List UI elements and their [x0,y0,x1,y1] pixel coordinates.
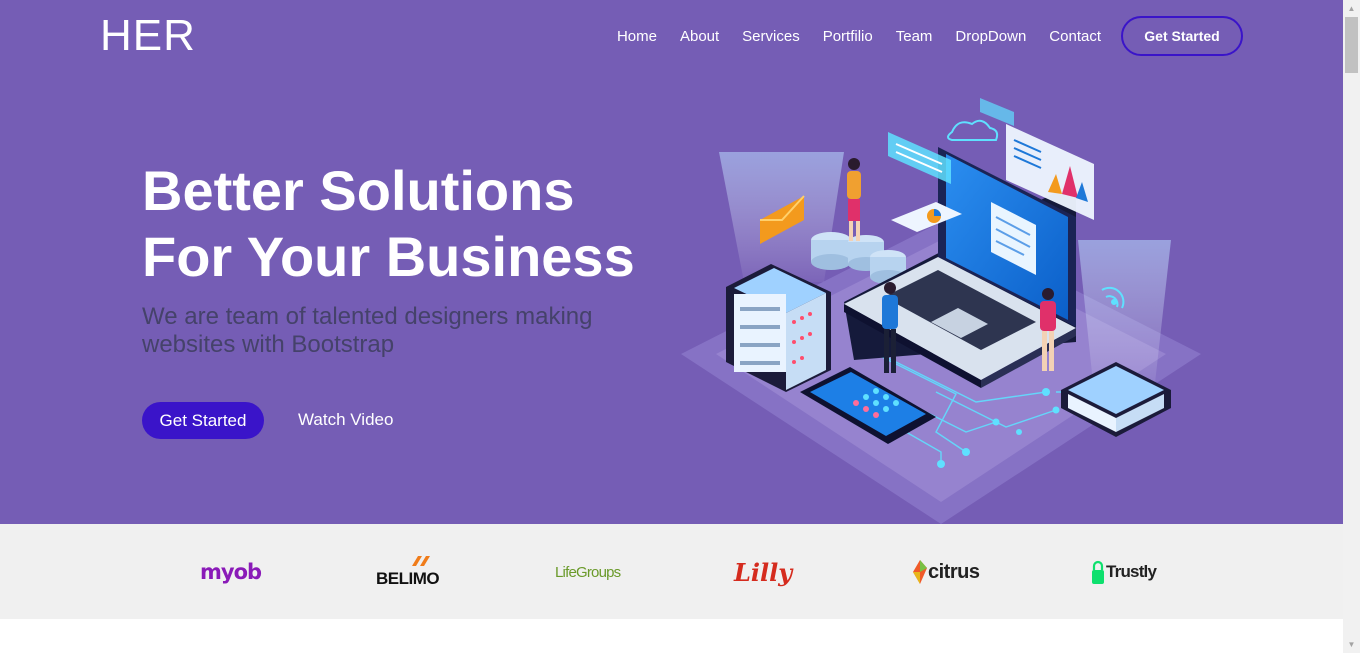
scroll-up-arrow-icon[interactable]: ▲ [1343,0,1360,17]
nav-item-portfolio[interactable]: Portfilio [823,28,873,45]
trustly-logo[interactable]: Trustly [1092,552,1157,592]
woman-figure-icon [847,158,861,241]
vertical-scrollbar[interactable]: ▲ ▼ [1343,0,1360,653]
hero-illustration [681,98,1201,524]
citrus-logo[interactable]: citrus [913,552,980,592]
nav-item-contact[interactable]: Contact [1049,28,1101,45]
nav-item-services[interactable]: Services [742,28,800,45]
nav-item-team[interactable]: Team [896,28,933,45]
trustly-logo-text: Trustly [1106,562,1157,581]
belimo-logo-text: BELIMO [376,569,440,588]
hero-section: HER Home About Services Portfilio Team D… [0,0,1343,524]
page: HER Home About Services Portfilio Team D… [0,0,1343,653]
floating-text-panel-icon [888,132,951,184]
lifegroups-logo-text: LifeGroups [555,563,621,581]
belimo-mark-icon [412,556,430,566]
citrus-logo-text: citrus [928,560,980,583]
nav-item-dropdown[interactable]: DropDown [955,28,1026,45]
hero-headline-line-2: For Your Business [142,225,635,288]
watch-video-link[interactable]: Watch Video [298,410,393,430]
hero-get-started-button[interactable]: Get Started [142,402,264,439]
trustly-lock-icon [1092,560,1104,584]
nav-get-started-button[interactable]: Get Started [1121,16,1243,56]
scroll-down-arrow-icon[interactable]: ▼ [1343,636,1360,653]
citrus-leaf-icon [913,560,927,584]
lilly-logo-text: Lilly [734,557,793,587]
hero-subhead-line-2: websites with Bootstrap [142,331,395,358]
client-logos-strip: myob BELIMO LifeGroups Lilly citrus Trus… [0,524,1343,619]
main-nav: Home About Services Portfilio Team DropD… [594,16,1243,56]
lifegroups-logo[interactable]: LifeGroups [555,552,621,592]
nav-item-home[interactable]: Home [617,28,657,45]
hero-headline-line-1: Better Solutions [142,159,575,222]
lilly-logo[interactable]: Lilly [734,552,792,592]
scroll-thumb[interactable] [1345,17,1358,73]
myob-logo[interactable]: myob [200,552,262,592]
brand-logo[interactable]: HER [100,12,196,60]
hero-subhead: We are team of talented designers making… [142,303,662,359]
belimo-logo[interactable]: BELIMO [376,552,440,592]
nav-item-about[interactable]: About [680,28,719,45]
hero-subhead-line-1: We are team of talented designers making [142,303,593,330]
hero-headline: Better Solutions For Your Business [142,158,635,290]
cloud-icon [947,119,999,141]
myob-logo-text: myob [200,560,262,584]
